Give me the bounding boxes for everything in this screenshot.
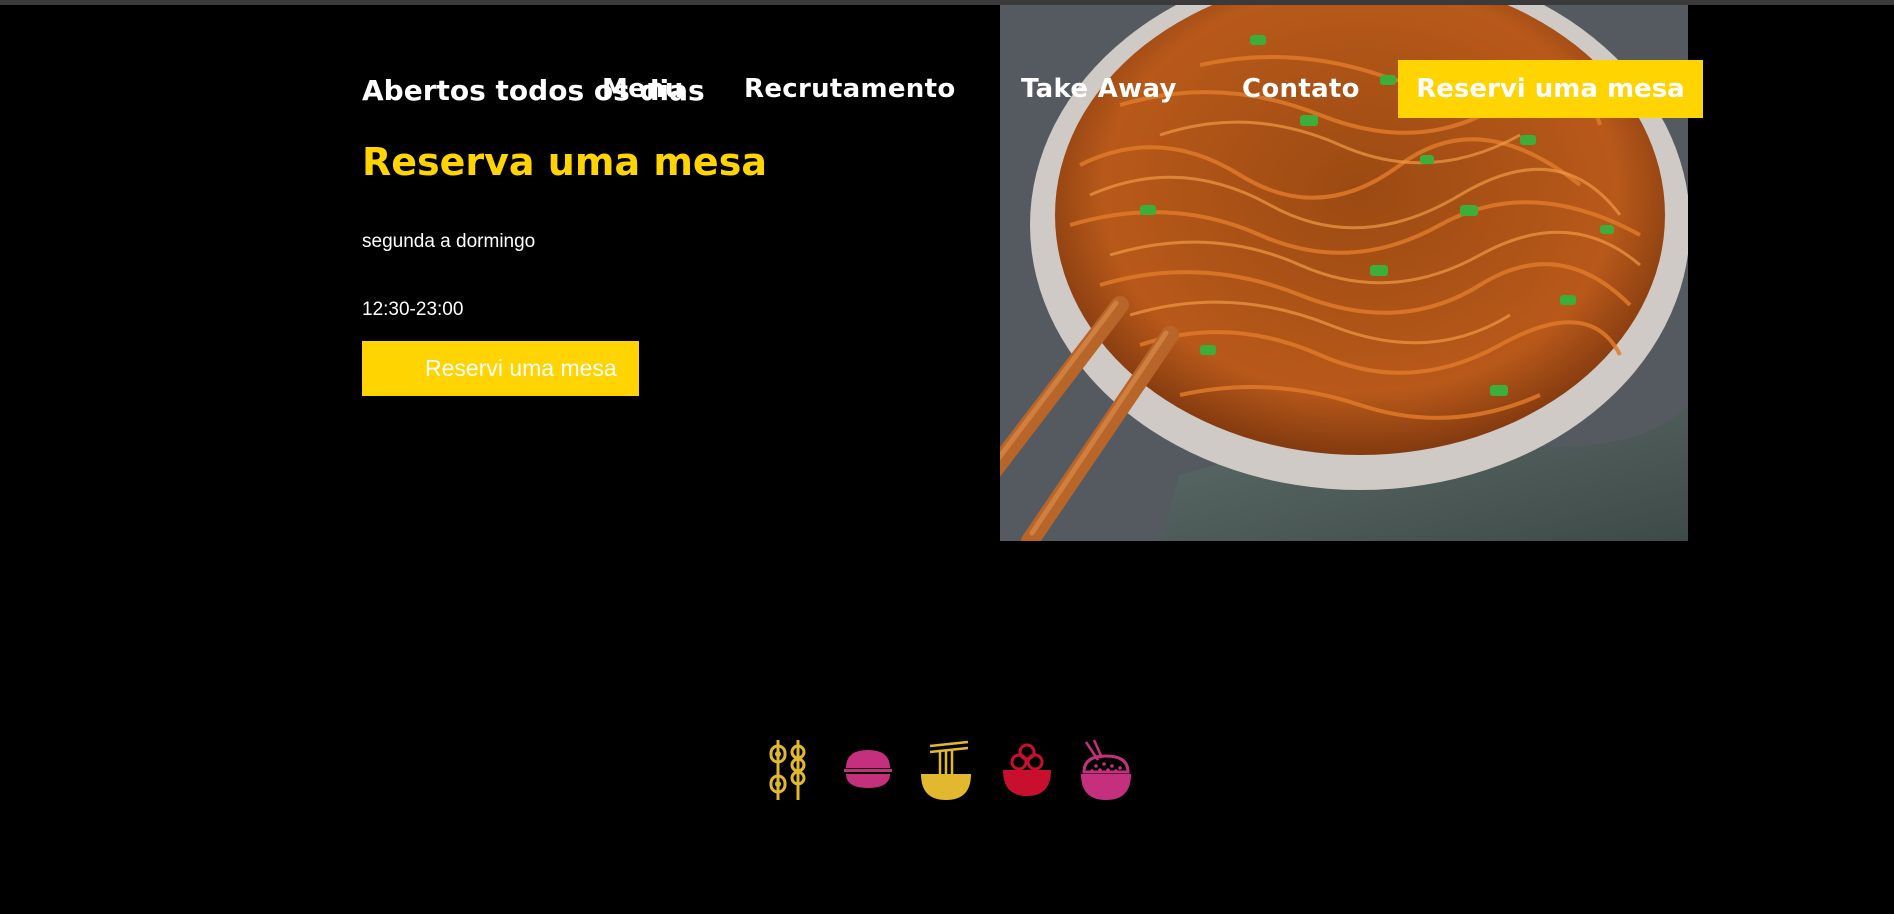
skewer-icon — [762, 738, 822, 804]
page: Abertos todos os dias Menu Recrutamento … — [0, 0, 1894, 914]
nav-item-recrutamento[interactable]: Recrutamento — [744, 74, 956, 104]
opening-days: segunda a dormingo — [362, 231, 536, 252]
rice-bowl-icon — [1076, 738, 1136, 804]
reserve-button[interactable]: Reservi uma mesa — [362, 341, 639, 396]
noodle-bowl-icon — [916, 738, 976, 804]
nav-item-take-away[interactable]: Take Away — [1021, 74, 1177, 104]
nav-item-menu[interactable]: Menu — [602, 74, 684, 104]
nav-item-contato[interactable]: Contato — [1242, 74, 1360, 104]
opening-hours: 12:30-23:00 — [362, 299, 464, 320]
nav-reserve-button[interactable]: Reservi uma mesa — [1398, 60, 1703, 118]
bao-icon — [838, 738, 898, 804]
page-title: Reserva uma mesa — [362, 140, 767, 184]
ramen-bowl-icon — [997, 738, 1057, 804]
